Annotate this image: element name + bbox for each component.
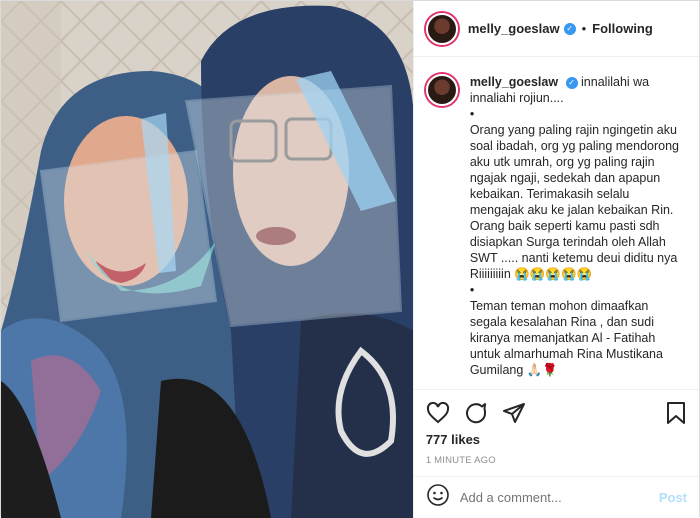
action-icons [426,400,687,426]
caption-paragraph-2: Teman teman mohon dimaafkan segala kesal… [469,299,663,377]
post-sidebar: melly_goeslaw ✓ • Following melly_goesla… [412,1,699,518]
comments-scroll[interactable]: melly_goeslaw ✓ innalilahi wa innaliahi … [414,58,699,388]
selfie-image [1,1,413,518]
comment-box: Post [413,476,699,518]
post-actions: 777 likes 1 MINUTE AGO [413,389,699,466]
caption-username[interactable]: melly_goeslaw [470,75,558,89]
caption-age: 1m [470,386,687,388]
instagram-post: melly_goeslaw ✓ • Following melly_goesla… [0,0,700,518]
comment-input[interactable] [459,490,659,505]
bookmark-icon[interactable] [665,401,687,425]
comment-icon[interactable] [464,401,488,425]
header-separator: • [581,21,587,36]
caption-bullet-1: • [469,107,475,121]
likes-count[interactable]: 777 likes [426,432,687,447]
share-icon[interactable] [502,401,526,425]
caption: melly_goeslaw ✓ innalilahi wa innaliahi … [425,74,687,388]
caption-text: melly_goeslaw ✓ innalilahi wa innaliahi … [470,74,687,388]
verified-badge-icon: ✓ [565,76,578,89]
following-button[interactable]: Following [592,21,653,36]
post-photo[interactable] [1,1,413,518]
post-time[interactable]: 1 MINUTE AGO [426,455,687,466]
verified-badge-icon: ✓ [563,22,576,35]
post-comment-button[interactable]: Post [659,490,687,505]
caption-bullet-2: • [469,283,475,297]
smiley-icon[interactable] [426,483,450,512]
heart-icon[interactable] [426,401,450,425]
post-header: melly_goeslaw ✓ • Following [413,1,699,57]
caption-avatar[interactable] [425,74,458,106]
avatar[interactable] [425,12,458,45]
header-username[interactable]: melly_goeslaw [468,21,560,36]
caption-paragraph-1: Orang yang paling rajin ngingetin aku so… [469,123,679,281]
